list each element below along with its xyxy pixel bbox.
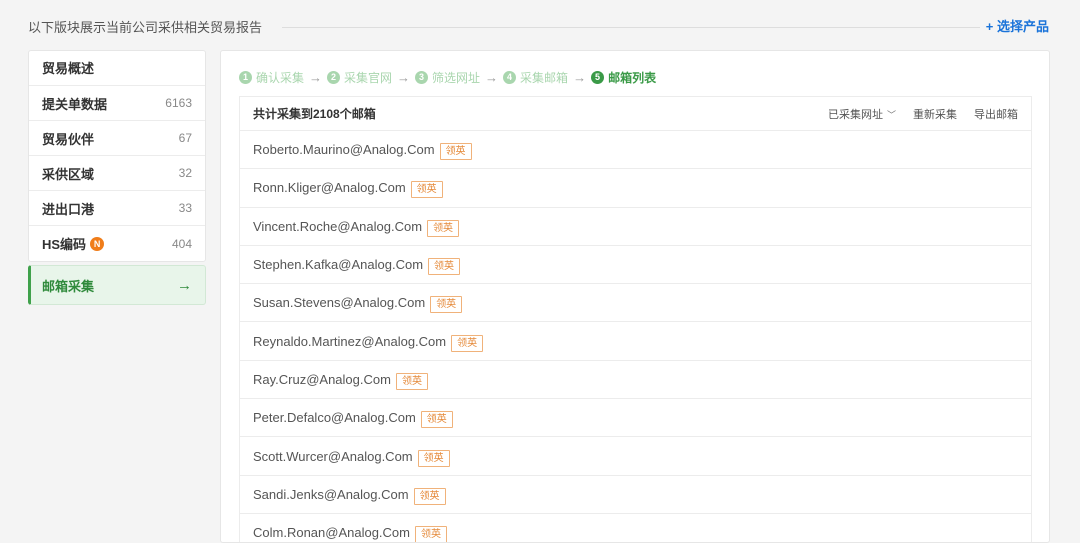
collected-sites-label: 已采集网址 <box>827 108 883 121</box>
email-count-title: 共计采集到2108个邮箱 <box>253 107 376 121</box>
email-address[interactable]: Peter.Defalco@Analog.Com <box>253 410 416 425</box>
trade-overview-card: 贸易概述 提关单数据 6163 贸易伙伴 67 采供区域 32 进出口港 33 … <box>28 50 206 262</box>
step-label: 采集邮箱 <box>520 71 569 85</box>
linkedin-tag[interactable]: 领英 <box>410 181 443 199</box>
list-item[interactable]: Scott.Wurcer@Analog.Com 领英 <box>240 437 1031 476</box>
linkedin-tag[interactable]: 领英 <box>430 296 463 314</box>
new-badge: N <box>90 236 105 251</box>
email-address[interactable]: Stephen.Kafka@Analog.Com <box>253 257 423 272</box>
linkedin-tag[interactable]: 领英 <box>417 449 450 467</box>
list-item[interactable]: Vincent.Roche@Analog.Com 领英 <box>240 208 1031 246</box>
email-address[interactable]: Vincent.Roche@Analog.Com <box>253 219 422 234</box>
arrow-right-icon: → <box>485 70 499 85</box>
linkedin-tag[interactable]: 领英 <box>413 487 446 505</box>
email-rows: Roberto.Maurino@Analog.Com 领英 Ronn.Kliger@… <box>240 131 1031 542</box>
step-number-icon: 1 <box>239 71 252 84</box>
step-label: 邮箱列表 <box>608 71 657 85</box>
linkedin-tag[interactable]: 领英 <box>439 143 472 161</box>
linkedin-tag[interactable]: 领英 <box>428 258 461 276</box>
linkedin-tag[interactable]: 领英 <box>427 219 460 237</box>
step-label: 筛选网址 <box>432 71 481 85</box>
top-bar: 以下版块展示当前公司采供相关贸易报告 + 选择产品 <box>0 0 1080 50</box>
list-item[interactable]: Ronn.Kliger@Analog.Com 领英 <box>240 169 1031 208</box>
email-address[interactable]: Susan.Stevens@Analog.Com <box>253 295 425 310</box>
step-collect-site[interactable]: 2 采集官网 <box>327 69 392 86</box>
sidebar-item-count: 67 <box>178 131 192 145</box>
sidebar-item-label: HS编码 <box>42 237 87 252</box>
sidebar-heading: 贸易概述 <box>29 51 205 86</box>
step-collect-emails[interactable]: 4 采集邮箱 <box>503 69 568 86</box>
email-address[interactable]: Colm.Ronan@Analog.Com <box>253 525 410 540</box>
arrow-right-icon: → <box>573 70 587 85</box>
list-item[interactable]: Ray.Cruz@Analog.Com 领英 <box>240 361 1031 400</box>
list-item[interactable]: Roberto.Maurino@Analog.Com 领英 <box>240 131 1031 170</box>
list-item[interactable]: Sandi.Jenks@Analog.Com 领英 <box>240 476 1031 514</box>
linkedin-tag[interactable]: 领英 <box>420 411 453 429</box>
list-actions: 已采集网址 ﹀ 重新采集 导出邮箱 <box>794 106 1018 122</box>
collected-sites-dropdown[interactable]: 已采集网址 ﹀ <box>811 106 896 122</box>
sidebar-item-label: 进出口港 <box>42 201 95 217</box>
list-item[interactable]: Stephen.Kafka@Analog.Com 领英 <box>240 246 1031 285</box>
step-label: 采集官网 <box>344 71 393 85</box>
sidebar-item-count: 32 <box>178 166 192 180</box>
email-address[interactable]: Ronn.Kliger@Analog.Com <box>253 180 406 195</box>
sidebar-item-label: 提关单数据 <box>42 96 108 112</box>
step-number-icon: 4 <box>503 71 517 84</box>
list-item[interactable]: Reynaldo.Martinez@Analog.Com 领英 <box>240 322 1031 361</box>
sidebar-item-supply-regions[interactable]: 采供区域 32 <box>29 156 205 191</box>
sidebar-item-bill-data[interactable]: 提关单数据 6163 <box>29 86 205 121</box>
email-list: 共计采集到2108个邮箱 已采集网址 ﹀ 重新采集 导出邮箱 Roberto.Ma… <box>239 96 1032 542</box>
step-label: 确认采集 <box>256 71 305 85</box>
sidebar-item-count: 404 <box>171 236 192 251</box>
email-address[interactable]: Reynaldo.Martinez@Analog.Com <box>253 334 446 349</box>
email-address[interactable]: Roberto.Maurino@Analog.Com <box>253 142 435 157</box>
arrow-right-icon: → <box>177 276 192 294</box>
sidebar-item-label-wrap: HS编码 N <box>42 234 105 253</box>
arrow-right-icon: → <box>397 70 411 85</box>
sidebar-item-label: 贸易伙伴 <box>42 131 95 147</box>
list-item[interactable]: Peter.Defalco@Analog.Com 领英 <box>240 399 1031 438</box>
step-email-list[interactable]: 5 邮箱列表 <box>591 69 656 86</box>
page-title: 以下版块展示当前公司采供相关贸易报告 <box>28 20 263 35</box>
chevron-down-icon: ﹀ <box>886 109 896 120</box>
select-product-link[interactable]: + 选择产品 <box>986 16 1049 35</box>
sidebar-item-label: 邮箱采集 <box>42 278 95 294</box>
main-panel: 1 确认采集 → 2 采集官网 → 3 筛选网址 → 4 采集邮箱 → 5 邮箱… <box>220 50 1050 543</box>
sidebar-item-hs-code[interactable]: HS编码 N 404 <box>29 226 205 261</box>
sidebar-item-count: 33 <box>178 201 192 215</box>
progress-steps: 1 确认采集 → 2 采集官网 → 3 筛选网址 → 4 采集邮箱 → 5 邮箱… <box>239 69 656 86</box>
email-address[interactable]: Scott.Wurcer@Analog.Com <box>253 449 413 464</box>
sidebar-item-count: 6163 <box>165 96 192 110</box>
email-address[interactable]: Ray.Cruz@Analog.Com <box>253 372 391 387</box>
email-list-header: 共计采集到2108个邮箱 已采集网址 ﹀ 重新采集 导出邮箱 <box>240 97 1031 131</box>
sidebar-item-ports[interactable]: 进出口港 33 <box>29 191 205 226</box>
export-emails-button[interactable]: 导出邮箱 <box>974 106 1018 122</box>
step-confirm[interactable]: 1 确认采集 <box>239 69 304 86</box>
step-filter-urls[interactable]: 3 筛选网址 <box>415 69 480 86</box>
list-item[interactable]: Colm.Ronan@Analog.Com 领英 <box>240 514 1031 542</box>
step-number-icon: 3 <box>415 71 429 84</box>
email-address[interactable]: Sandi.Jenks@Analog.Com <box>253 487 409 502</box>
linkedin-tag[interactable]: 领英 <box>415 526 447 542</box>
step-number-icon: 2 <box>327 71 341 84</box>
list-item[interactable]: Susan.Stevens@Analog.Com 领英 <box>240 284 1031 323</box>
step-number-icon: 5 <box>591 71 605 84</box>
sidebar-item-trade-partners[interactable]: 贸易伙伴 67 <box>29 121 205 156</box>
recollect-button[interactable]: 重新采集 <box>913 106 957 122</box>
sidebar-item-label: 采供区域 <box>42 166 95 182</box>
title-divider <box>282 27 980 28</box>
linkedin-tag[interactable]: 领英 <box>451 334 484 352</box>
arrow-right-icon: → <box>309 70 323 85</box>
sidebar-item-email-collection[interactable]: 邮箱采集 → <box>28 265 206 305</box>
linkedin-tag[interactable]: 领英 <box>395 372 428 390</box>
